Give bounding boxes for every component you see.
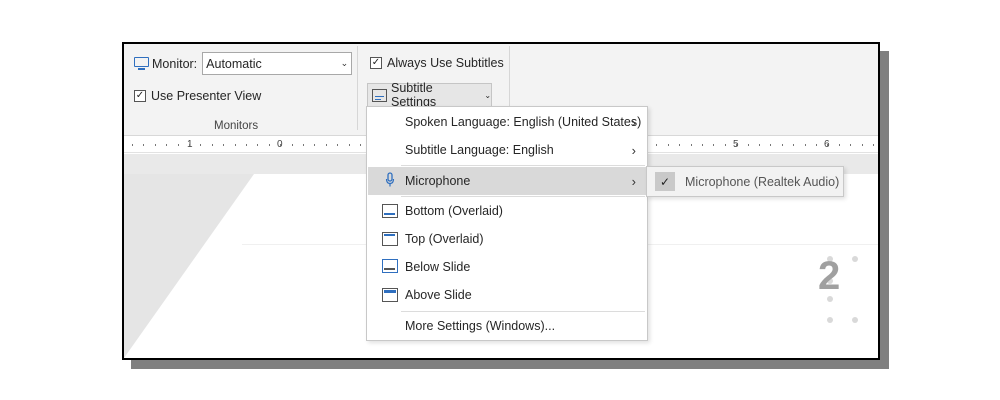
ruler-tick xyxy=(702,144,703,146)
use-presenter-view-checkbox[interactable]: ✓ xyxy=(134,90,146,102)
ruler-tick xyxy=(212,144,213,146)
menu-item-label: Microphone xyxy=(405,174,471,188)
ruler-tick xyxy=(143,144,144,146)
chevron-right-icon: › xyxy=(631,114,636,130)
ruler-tick xyxy=(713,144,714,146)
ruler-tick xyxy=(132,144,133,146)
chevron-down-icon: ⌄ xyxy=(339,58,349,69)
slide-dot xyxy=(852,256,858,262)
slide-number: 2 xyxy=(818,254,841,298)
ruler-tick xyxy=(269,144,270,146)
menu-item-label: More Settings (Windows)... xyxy=(405,319,556,333)
menu-item-label: Subtitle Language: English xyxy=(405,143,554,157)
subtitle-settings-button[interactable]: Subtitle Settings ⌄ xyxy=(367,81,492,109)
menu-item-microphone[interactable]: Microphone › xyxy=(368,167,646,195)
microphone-icon xyxy=(385,172,395,187)
menu-item-subtitle-language[interactable]: Subtitle Language: English › xyxy=(368,137,646,163)
ruler-tick xyxy=(223,144,224,146)
ruler-tick xyxy=(759,144,760,146)
above-slide-icon xyxy=(382,288,398,302)
menu-item-label: Top (Overlaid) xyxy=(405,232,484,246)
ruler-tick xyxy=(862,144,863,146)
ruler-tick xyxy=(246,144,247,146)
ruler-tick xyxy=(782,144,783,146)
ruler-tick xyxy=(793,144,794,146)
monitors-group-label: Monitors xyxy=(214,120,259,132)
chevron-right-icon: › xyxy=(631,173,636,189)
chevron-right-icon: › xyxy=(631,142,636,158)
ruler-tick xyxy=(691,144,692,146)
group-divider xyxy=(357,46,358,130)
ruler-tick xyxy=(748,144,749,146)
ruler-tick xyxy=(668,144,669,146)
ruler-tick xyxy=(679,144,680,146)
menu-item-below-slide[interactable]: Below Slide xyxy=(368,254,646,280)
below-slide-icon xyxy=(382,259,398,273)
menu-separator xyxy=(401,311,645,312)
check-icon: ✓ xyxy=(655,172,675,191)
ruler-tick xyxy=(257,144,258,146)
menu-separator xyxy=(401,165,645,166)
ruler-tick xyxy=(166,144,167,146)
ruler-tick xyxy=(292,144,293,146)
monitor-select-value: Automatic xyxy=(206,56,262,71)
ruler-tick xyxy=(839,144,840,146)
microphone-submenu: ✓ Microphone (Realtek Audio) xyxy=(646,166,844,197)
ruler-tick xyxy=(349,144,350,146)
menu-item-more-settings[interactable]: More Settings (Windows)... xyxy=(368,313,646,339)
ruler-tick xyxy=(816,144,817,146)
use-presenter-view-option[interactable]: ✓ Use Presenter View xyxy=(134,89,261,103)
subtitle-settings-menu: Spoken Language: English (United States)… xyxy=(366,106,648,341)
monitor-icon xyxy=(134,57,149,70)
ruler-tick xyxy=(725,144,726,146)
use-presenter-view-label: Use Presenter View xyxy=(151,89,262,103)
always-use-subtitles-checkbox[interactable]: ✓ xyxy=(370,57,382,69)
monitor-label: Monitor: xyxy=(152,56,198,71)
always-use-subtitles-option[interactable]: ✓ Always Use Subtitles xyxy=(370,56,504,70)
ruler-tick xyxy=(326,144,327,146)
menu-item-spoken-language[interactable]: Spoken Language: English (United States)… xyxy=(368,109,646,135)
ruler-tick xyxy=(736,144,737,146)
ruler-tick xyxy=(189,144,190,146)
menu-item-bottom-overlaid[interactable]: Bottom (Overlaid) xyxy=(368,198,646,224)
subtitle-settings-label: Subtitle Settings xyxy=(391,81,437,109)
ruler-tick xyxy=(314,144,315,146)
ruler-tick xyxy=(656,144,657,146)
menu-separator xyxy=(401,196,645,197)
ruler-tick xyxy=(235,144,236,146)
ruler-tick xyxy=(850,144,851,146)
slide-dot xyxy=(852,317,858,323)
slide-decoration xyxy=(124,174,254,358)
ruler-tick xyxy=(280,144,281,146)
monitor-select[interactable]: Automatic ⌄ xyxy=(202,52,353,75)
ruler-tick xyxy=(200,144,201,146)
menu-item-label: Below Slide xyxy=(405,260,471,274)
submenu-item-label: Microphone (Realtek Audio) xyxy=(685,174,840,189)
submenu-item-realtek-audio[interactable]: ✓ Microphone (Realtek Audio) xyxy=(655,172,839,191)
ruler-tick xyxy=(827,144,828,146)
menu-item-top-overlaid[interactable]: Top (Overlaid) xyxy=(368,226,646,252)
ruler-tick xyxy=(360,144,361,146)
ruler-tick xyxy=(155,144,156,146)
subtitle-settings-icon xyxy=(372,88,387,102)
ruler-tick xyxy=(805,144,806,146)
ruler-tick xyxy=(770,144,771,146)
slide-dot xyxy=(827,317,833,323)
ruler-tick xyxy=(178,144,179,146)
menu-item-above-slide[interactable]: Above Slide xyxy=(368,282,646,308)
menu-item-label: Bottom (Overlaid) xyxy=(405,204,503,218)
menu-item-label: Spoken Language: English (United States) xyxy=(405,115,642,129)
ruler-tick xyxy=(337,144,338,146)
bottom-overlaid-icon xyxy=(382,204,398,218)
monitor-row: Monitor: Automatic ⌄ xyxy=(134,52,353,75)
always-use-subtitles-label: Always Use Subtitles xyxy=(387,56,504,70)
ruler-tick xyxy=(873,144,874,146)
menu-item-label: Above Slide xyxy=(405,288,472,302)
top-overlaid-icon xyxy=(382,232,398,246)
ruler-tick xyxy=(303,144,304,146)
chevron-down-icon: ⌄ xyxy=(484,90,492,100)
